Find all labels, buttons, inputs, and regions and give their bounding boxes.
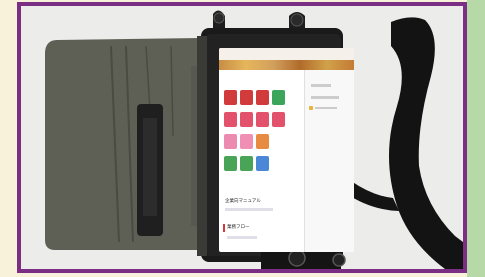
photo-frame: 企業向マニュアル 業務フロー: [0, 0, 485, 277]
flow-link: [227, 236, 257, 239]
app-tile: [272, 90, 285, 105]
app-tile: [256, 134, 269, 149]
side-panel: [304, 70, 354, 252]
section-title-flow: 業務フロー: [227, 225, 250, 230]
app-tile: [240, 90, 253, 105]
app-tile: [256, 156, 269, 171]
app-tile: [272, 112, 285, 127]
app-tile: [224, 134, 237, 149]
right-background-strip: [467, 0, 485, 277]
section-title-manual: 企業向マニュアル: [225, 199, 261, 204]
photo-border: 企業向マニュアル 業務フロー: [17, 2, 467, 273]
app-tile: [256, 90, 269, 105]
app-tile: [256, 112, 269, 127]
app-tile: [240, 134, 253, 149]
tablet-screen: 企業向マニュアル 業務フロー: [219, 48, 354, 252]
app-tile: [240, 156, 253, 171]
app-tile: [224, 156, 237, 171]
site-banner: [219, 60, 354, 70]
app-tile: [240, 112, 253, 127]
manual-link: [225, 208, 273, 211]
app-tile: [224, 112, 237, 127]
section-marker: [223, 224, 225, 232]
app-tile: [224, 90, 237, 105]
browser-header: [219, 48, 354, 60]
